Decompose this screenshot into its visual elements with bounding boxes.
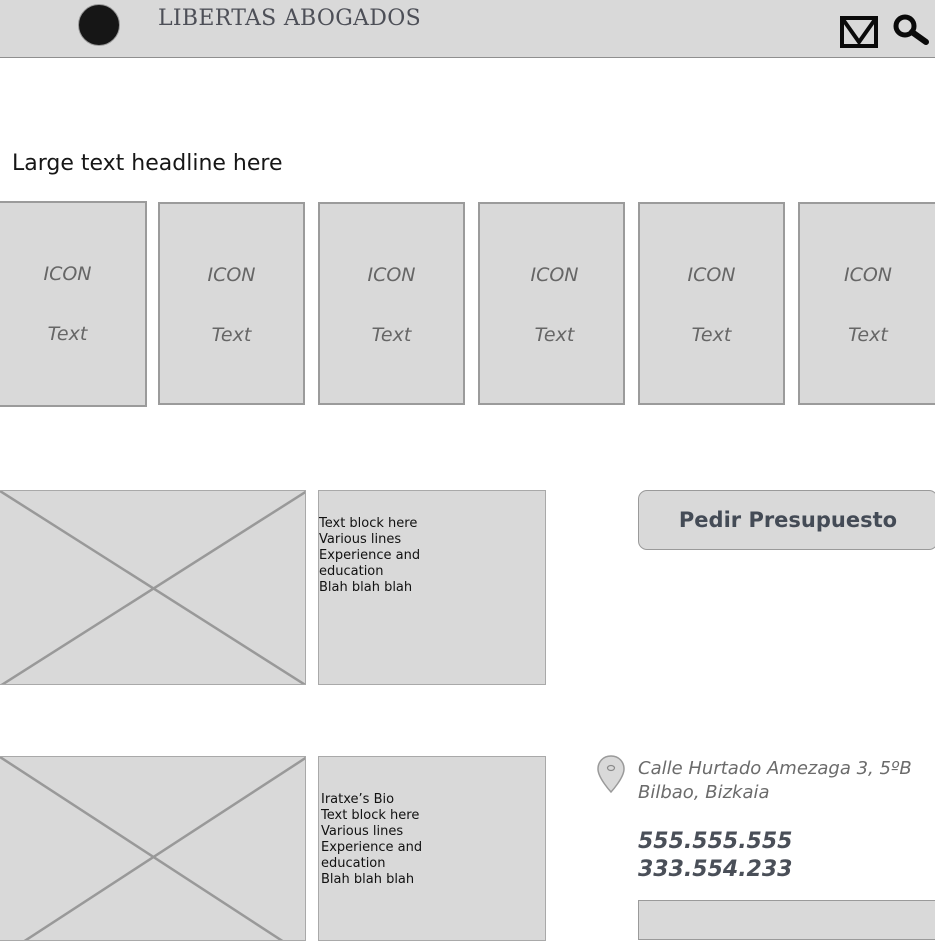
tile-icon-placeholder: ICON [530, 264, 579, 286]
tile-icon-placeholder: ICON [43, 263, 92, 285]
tile-icon-placeholder: ICON [367, 264, 416, 286]
text-line: Text block here [319, 516, 418, 531]
profile-text-block: Text block here Various lines Experience… [318, 490, 546, 685]
bio-text-block: Iratxe’s Bio Text block here Various lin… [318, 756, 546, 941]
tile-label: Text [534, 324, 575, 346]
text-line: Blah blah blah [321, 872, 415, 887]
image-placeholder [0, 756, 306, 941]
image-placeholder [0, 490, 306, 685]
search-icon[interactable] [892, 14, 930, 46]
service-tile[interactable]: ICON Text [638, 202, 785, 405]
tile-icon-placeholder: ICON [687, 264, 736, 286]
logo-icon[interactable] [78, 4, 120, 46]
service-tile[interactable]: ICON Text [158, 202, 305, 405]
contact-panel [638, 900, 935, 940]
phone-link[interactable]: 333.554.233 [638, 856, 792, 884]
text-line: Blah blah blah [319, 580, 413, 595]
text-line: education [321, 856, 386, 871]
phone-link[interactable]: 555.555.555 [638, 828, 792, 856]
service-tile[interactable]: ICON Text [0, 201, 147, 407]
tile-icon-placeholder: ICON [843, 264, 893, 286]
tile-icon-placeholder: ICON [207, 264, 256, 286]
office-address: Calle Hurtado Amezaga 3, 5ºB Bilbao, Biz… [638, 757, 912, 805]
address-line: Bilbao, Bizkaia [638, 782, 770, 803]
service-tile[interactable]: ICON Text [478, 202, 625, 405]
mail-icon[interactable] [840, 14, 878, 48]
page-headline: Large text headline here [12, 151, 283, 176]
tile-label: Text [848, 324, 888, 346]
text-line: Experience and [321, 840, 423, 855]
text-line: education [319, 564, 384, 579]
map-pin-icon [596, 754, 626, 794]
tile-label: Text [47, 323, 88, 345]
brand-name[interactable]: LIBERTAS ABOGADOS [158, 6, 421, 31]
tile-label: Text [211, 324, 252, 346]
phone-numbers: 555.555.555 333.554.233 [638, 828, 792, 884]
bio-title: Iratxe’s Bio [321, 792, 395, 807]
service-tile[interactable]: ICON Text [318, 202, 465, 405]
text-line: Experience and [319, 548, 421, 563]
site-header [0, 0, 935, 58]
address-line: Calle Hurtado Amezaga 3, 5ºB [638, 758, 912, 779]
text-line: Text block here [321, 808, 420, 823]
tile-label: Text [691, 324, 732, 346]
service-tile[interactable]: ICON Text [798, 202, 935, 405]
text-line: Various lines [319, 532, 402, 547]
tile-label: Text [371, 324, 412, 346]
text-line: Various lines [321, 824, 404, 839]
quote-request-button[interactable]: Pedir Presupuesto [638, 490, 935, 550]
